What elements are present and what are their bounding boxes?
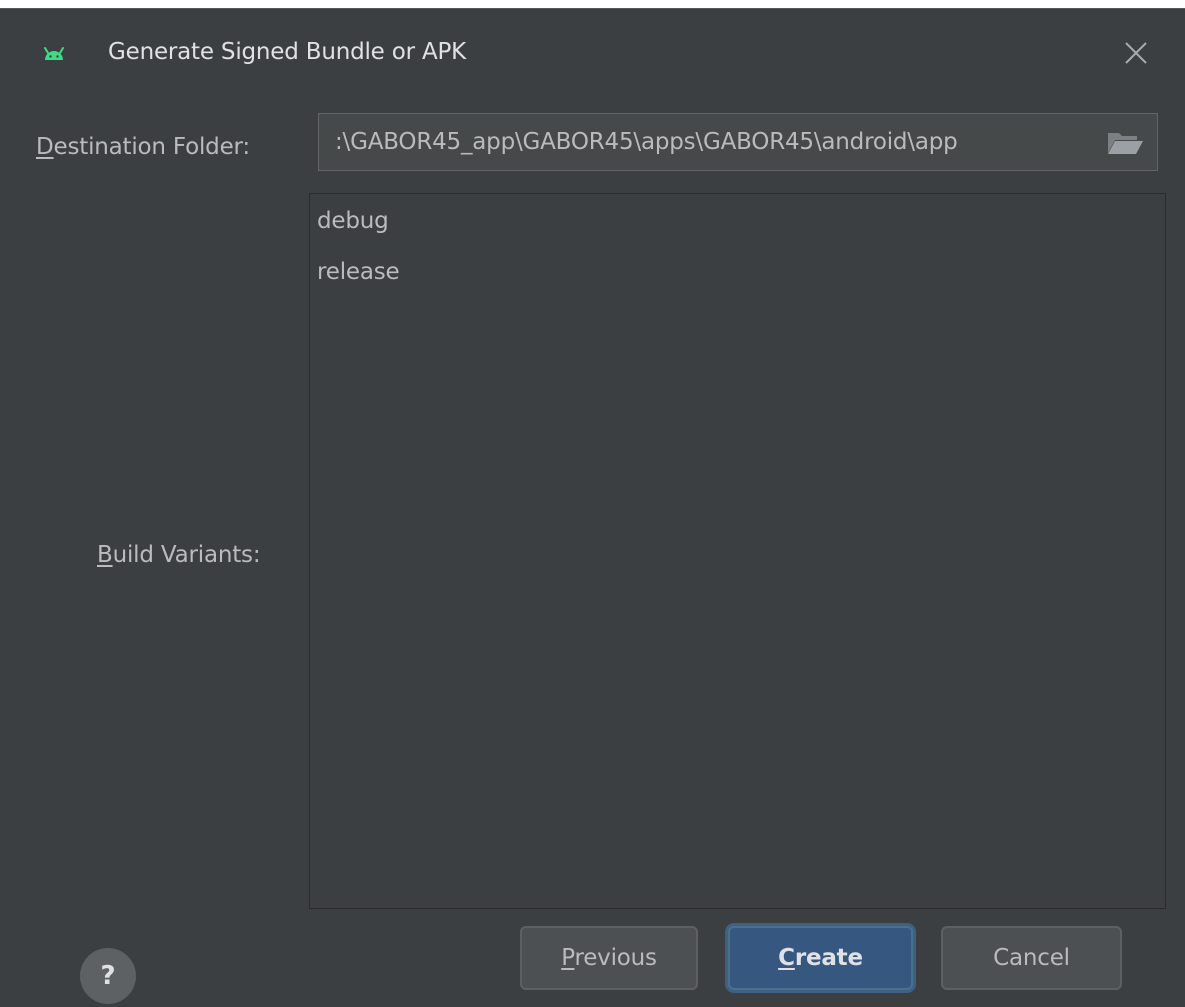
close-icon[interactable]: [1118, 35, 1154, 71]
destination-mnemonic: D: [36, 134, 54, 160]
create-label: reate: [794, 945, 863, 971]
previous-mnemonic: P: [561, 945, 575, 971]
create-button[interactable]: Create: [728, 926, 913, 990]
variants-label-text: uild Variants:: [112, 542, 261, 568]
help-button[interactable]: ?: [80, 948, 136, 1004]
generate-signed-bundle-dialog: Generate Signed Bundle or APK Destinatio…: [0, 8, 1185, 1007]
build-variants-list[interactable]: debug release: [309, 193, 1166, 909]
previous-label: revious: [574, 945, 657, 971]
variants-mnemonic: B: [97, 542, 113, 568]
destination-folder-input[interactable]: [335, 114, 1103, 170]
create-mnemonic: C: [778, 945, 795, 971]
android-icon: [44, 47, 64, 60]
variant-item-release[interactable]: release: [317, 259, 400, 285]
title-bar: Generate Signed Bundle or APK: [0, 9, 1185, 97]
dialog-title: Generate Signed Bundle or APK: [108, 39, 467, 65]
variant-item-debug[interactable]: debug: [317, 208, 389, 234]
folder-open-icon[interactable]: [1106, 130, 1144, 156]
destination-folder-field[interactable]: [318, 113, 1158, 171]
destination-folder-label: Destination Folder:: [36, 134, 250, 160]
destination-label-text: estination Folder:: [53, 134, 251, 160]
previous-button[interactable]: Previous: [520, 926, 698, 990]
build-variants-label: Build Variants:: [97, 542, 261, 568]
cancel-button[interactable]: Cancel: [941, 926, 1122, 990]
